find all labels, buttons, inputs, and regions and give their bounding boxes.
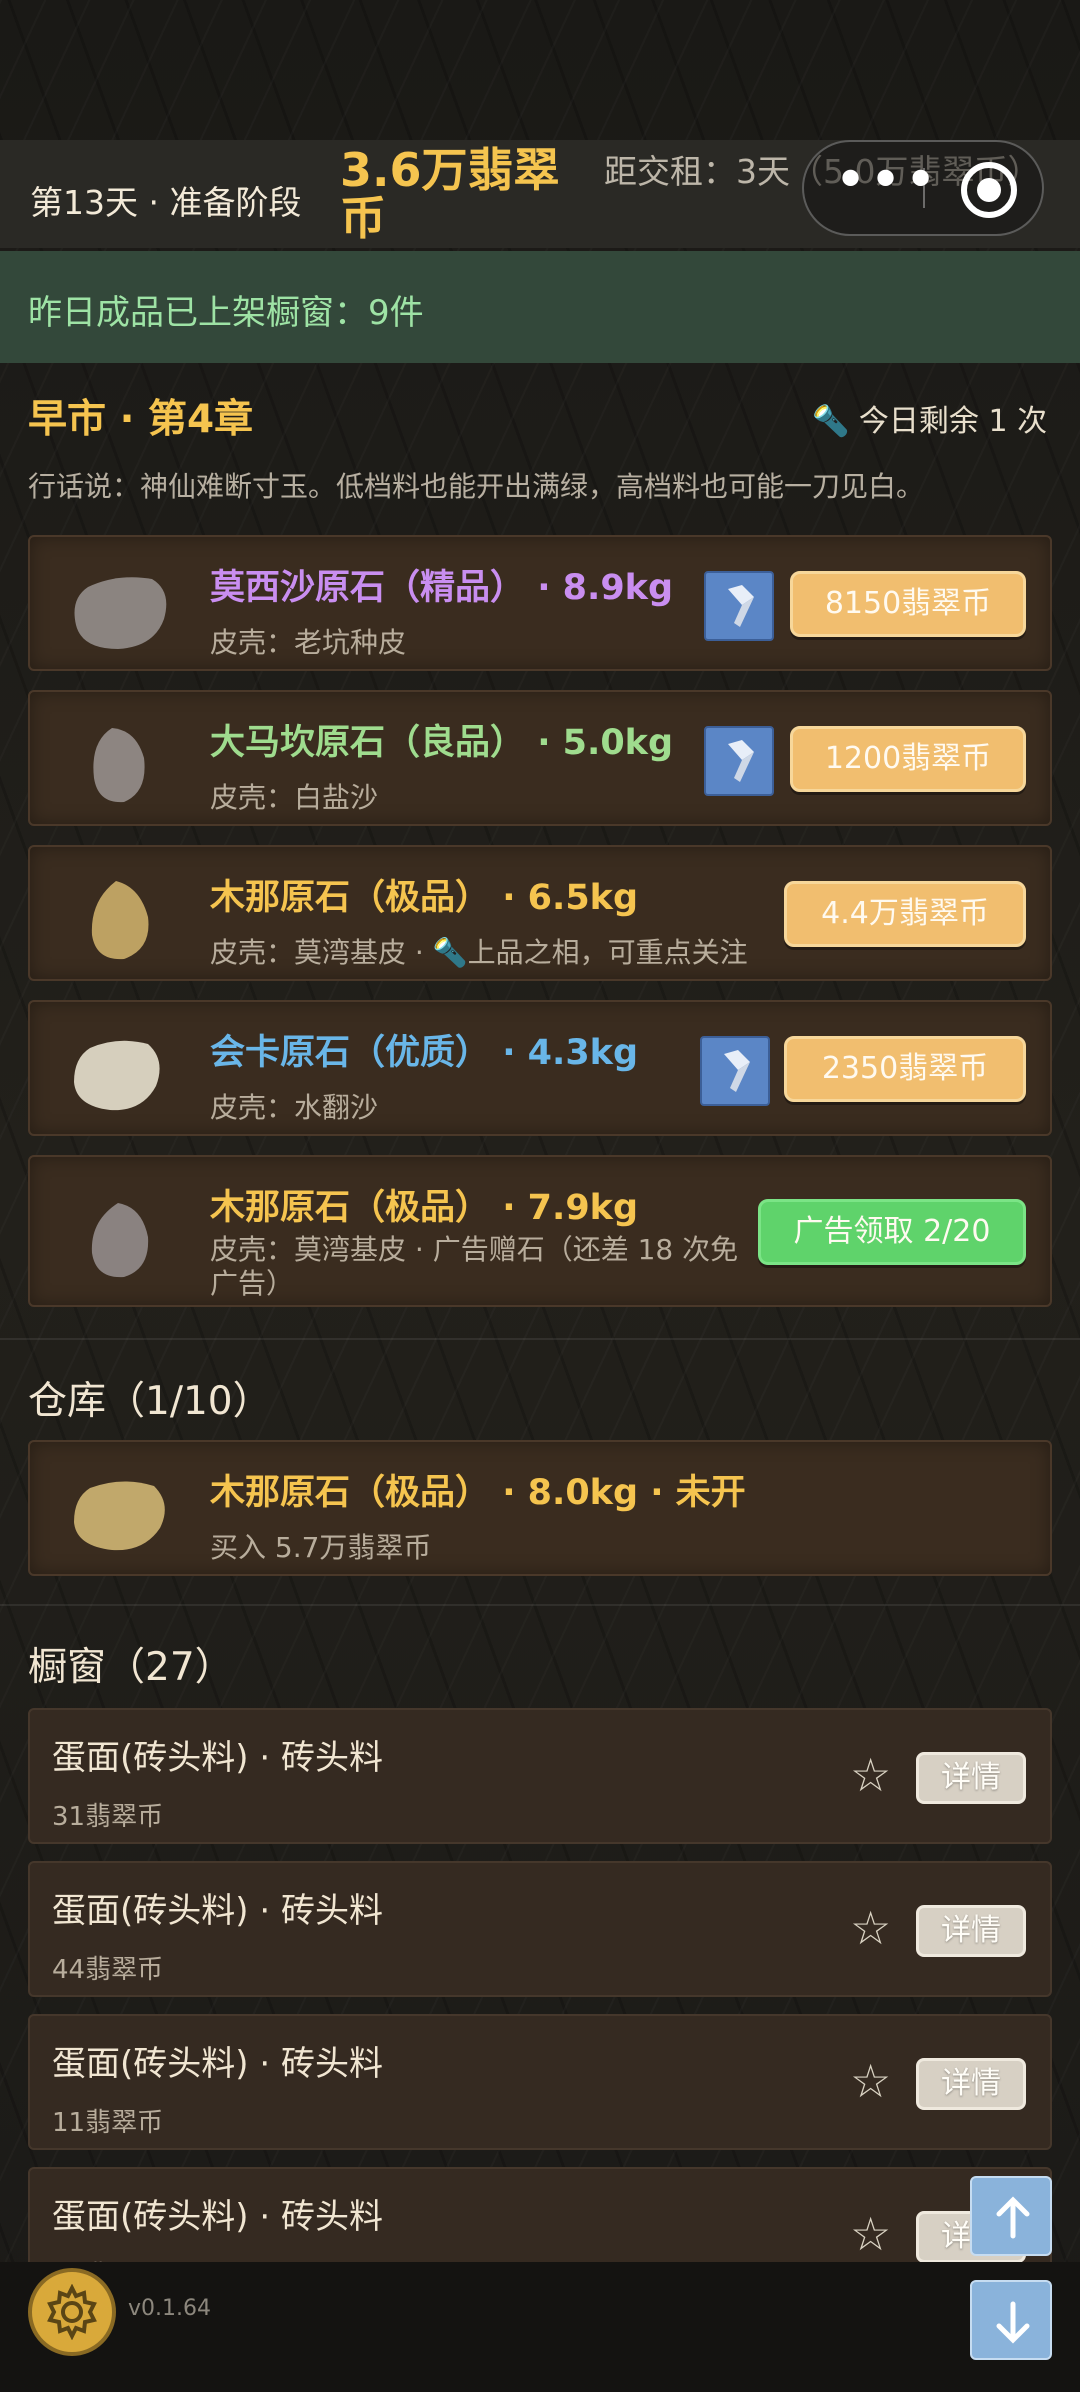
section-divider	[0, 1338, 1080, 1340]
showcase-title: 橱窗（27）	[28, 1645, 234, 1690]
detail-button[interactable]: 详情	[916, 2058, 1026, 2110]
item-name: 会卡原石（优质） · 4.3kg	[210, 1033, 639, 1073]
rough-stone-icon	[74, 577, 167, 649]
flashlight-icon	[724, 1050, 750, 1092]
scroll-down-button[interactable]	[970, 2280, 1052, 2360]
item-name: 木那原石（极品） · 6.5kg	[210, 878, 639, 918]
close-target-icon[interactable]	[961, 162, 1017, 218]
star-outline-icon[interactable]: ☆	[850, 1752, 891, 1798]
item-skin: 皮壳：莫湾基皮 · 🔦上品之相，可重点关注	[210, 936, 748, 969]
showcase-item-name: 蛋面(砖头料) · 砖头料	[52, 2197, 383, 2237]
item-name: 莫西沙原石（精品） · 8.9kg	[210, 568, 674, 608]
item-skin: 皮壳：白盐沙	[210, 781, 379, 814]
item-skin: 皮壳：老坑种皮	[210, 626, 407, 659]
rough-stone-icon	[91, 1203, 149, 1278]
market-item[interactable]: 木那原石（极品） · 6.5kg 皮壳：莫湾基皮 · 🔦上品之相，可重点关注 4…	[28, 845, 1052, 981]
arrow-up-icon	[996, 2196, 1030, 2239]
capsule-divider	[923, 168, 925, 208]
flashlight-button[interactable]	[704, 571, 774, 641]
market-item[interactable]: 木那原石（极品） · 7.9kg 皮壳：莫湾基皮 · 广告赠石（还差 18 次免…	[28, 1155, 1052, 1307]
scroll-up-button[interactable]	[970, 2176, 1052, 2256]
item-skin: 皮壳：莫湾基皮 · 广告赠石（还差 18 次免广告）	[210, 1233, 739, 1300]
section-divider	[0, 1604, 1080, 1606]
money-balance: 3.6万翡翠币	[340, 143, 560, 245]
settings-button[interactable]	[28, 2268, 116, 2356]
item-skin: 皮壳：水翻沙	[210, 1091, 379, 1124]
miniprogram-capsule: •••	[802, 140, 1044, 236]
top-status-bar: 第13天 · 准备阶段 3.6万翡翠币 距交租：3天（5.0万翡翠币） •••	[0, 140, 1080, 248]
showcase-item[interactable]: 蛋面(砖头料) · 砖头料 44翡翠币 ☆ 详情	[28, 1861, 1052, 1997]
warehouse-item[interactable]: 木那原石（极品） · 8.0kg · 未开 买入 5.7万翡翠币	[28, 1440, 1052, 1576]
star-outline-icon[interactable]: ☆	[850, 2058, 891, 2104]
rough-stone-icon	[74, 1040, 160, 1111]
flashlight-icon: 🔦	[812, 404, 850, 439]
buy-button[interactable]: 1200翡翠币	[790, 726, 1026, 792]
flashlight-button[interactable]	[704, 726, 774, 796]
rough-stone-icon	[93, 728, 145, 803]
flashlight-icon	[728, 740, 754, 782]
detail-button[interactable]: 详情	[916, 1752, 1026, 1804]
market-item[interactable]: 会卡原石（优质） · 4.3kg 皮壳：水翻沙 2350翡翠币	[28, 1000, 1052, 1136]
warehouse-title: 仓库（1/10）	[28, 1379, 272, 1424]
notice-text: 昨日成品已上架橱窗：9件	[28, 293, 424, 333]
more-menu-icon[interactable]: •••	[834, 153, 937, 220]
showcase-item-price: 11翡翠币	[52, 2108, 164, 2138]
market-quote: 行话说：神仙难断寸玉。低档料也能开出满绿，高档料也可能一刀见白。	[28, 470, 925, 503]
showcase-item[interactable]: 蛋面(砖头料) · 砖头料 31翡翠币 ☆ 详情	[28, 1708, 1052, 1844]
detail-button[interactable]: 详情	[916, 1905, 1026, 1957]
flashlight-button[interactable]	[700, 1036, 770, 1106]
market-item[interactable]: 大马坎原石（良品） · 5.0kg 皮壳：白盐沙 1200翡翠币	[28, 690, 1052, 826]
notice-banner: 昨日成品已上架橱窗：9件	[0, 251, 1080, 363]
showcase-item-price: 31翡翠币	[52, 1802, 164, 1832]
gear-icon	[47, 2284, 97, 2340]
remaining-count: 🔦 今日剩余 1 次	[812, 404, 1048, 439]
arrow-down-icon	[996, 2301, 1030, 2344]
ad-claim-button[interactable]: 广告领取 2/20	[758, 1199, 1026, 1265]
flashlight-icon	[728, 585, 754, 627]
bottom-bar	[0, 2262, 1080, 2392]
day-stage-label: 第13天 · 准备阶段	[30, 183, 302, 222]
star-outline-icon[interactable]: ☆	[850, 1905, 891, 1951]
showcase-item-name: 蛋面(砖头料) · 砖头料	[52, 1891, 383, 1931]
item-buy-price: 买入 5.7万翡翠币	[210, 1531, 432, 1564]
buy-button[interactable]: 4.4万翡翠币	[784, 881, 1026, 947]
item-name: 木那原石（极品） · 7.9kg	[210, 1188, 639, 1228]
market-item[interactable]: 莫西沙原石（精品） · 8.9kg 皮壳：老坑种皮 8150翡翠币	[28, 535, 1052, 671]
item-name: 木那原石（极品） · 8.0kg · 未开	[210, 1473, 746, 1513]
showcase-item[interactable]: 蛋面(砖头料) · 砖头料 11翡翠币 ☆ 详情	[28, 2014, 1052, 2150]
item-name: 大马坎原石（良品） · 5.0kg	[210, 723, 674, 763]
showcase-item-price: 44翡翠币	[52, 1955, 164, 1985]
rough-stone-icon	[74, 1481, 165, 1551]
buy-button[interactable]: 2350翡翠币	[784, 1036, 1026, 1102]
star-outline-icon[interactable]: ☆	[850, 2211, 891, 2257]
showcase-item-name: 蛋面(砖头料) · 砖头料	[52, 1738, 383, 1778]
market-title: 早市 · 第4章	[28, 397, 254, 442]
version-label: v0.1.64	[128, 2296, 211, 2321]
rough-stone-icon	[91, 881, 149, 960]
showcase-item-name: 蛋面(砖头料) · 砖头料	[52, 2044, 383, 2084]
buy-button[interactable]: 8150翡翠币	[790, 571, 1026, 637]
